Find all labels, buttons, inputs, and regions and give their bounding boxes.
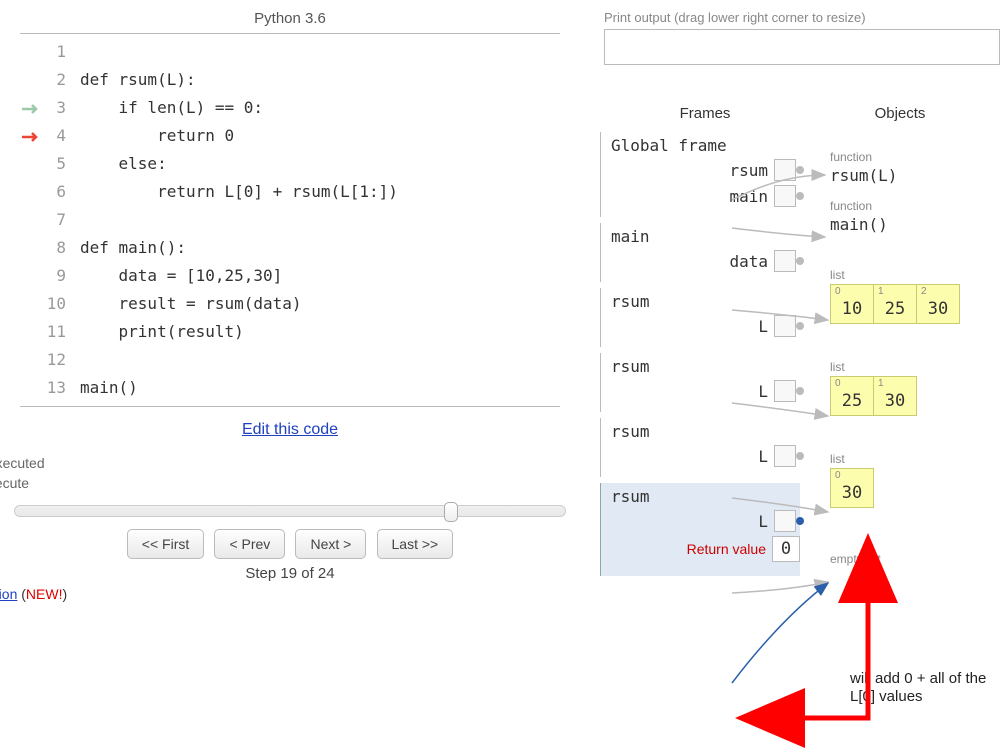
object-function-rsum: rsum(L) [830, 166, 1000, 185]
frame-rsum-1: rsum L [600, 288, 800, 347]
object-list-1: 010 125 230 [830, 284, 1000, 324]
frame-global: Global frame rsum main [600, 132, 800, 217]
frame-rsum-3: rsum L [600, 418, 800, 477]
object-list-3: 030 [830, 468, 1000, 508]
language-title: Python 3.6 [0, 10, 580, 27]
prev-line-arrow [20, 94, 46, 122]
frame-rsum-4-active: rsum L Return value 0 [600, 483, 800, 576]
current-line-arrow [20, 122, 46, 150]
objects-column: function rsum(L) function main() list 01… [830, 150, 1000, 566]
handwritten-annotation: will add 0 + all of the L[0] values [850, 670, 1000, 706]
objects-header: Objects [800, 105, 1000, 122]
code-editor: 1 2def rsum(L): 3 if len(L) == 0: 4 retu… [20, 33, 560, 407]
return-value: 0 [772, 536, 800, 562]
frame-rsum-2: rsum L [600, 353, 800, 412]
frames-header: Frames [610, 105, 800, 122]
bottom-link: zation (NEW!) [0, 586, 580, 602]
output-label: Print output (drag lower right corner to… [604, 10, 1000, 25]
step-slider[interactable] [14, 505, 566, 517]
first-button[interactable]: << First [127, 529, 204, 559]
object-list-2: 025 130 [830, 376, 1000, 416]
next-button[interactable]: Next > [295, 529, 366, 559]
frame-main: main data [600, 223, 800, 282]
output-area[interactable] [604, 29, 1000, 65]
slider-thumb[interactable] [444, 502, 458, 522]
step-counter: Step 19 of 24 [0, 565, 580, 582]
object-empty-list: empty list [830, 552, 1000, 566]
last-button[interactable]: Last >> [377, 529, 454, 559]
object-function-main: main() [830, 215, 1000, 234]
edit-code-link[interactable]: Edit this code [0, 421, 580, 439]
status-text: t executed execute [0, 453, 580, 493]
prev-button[interactable]: < Prev [214, 529, 285, 559]
